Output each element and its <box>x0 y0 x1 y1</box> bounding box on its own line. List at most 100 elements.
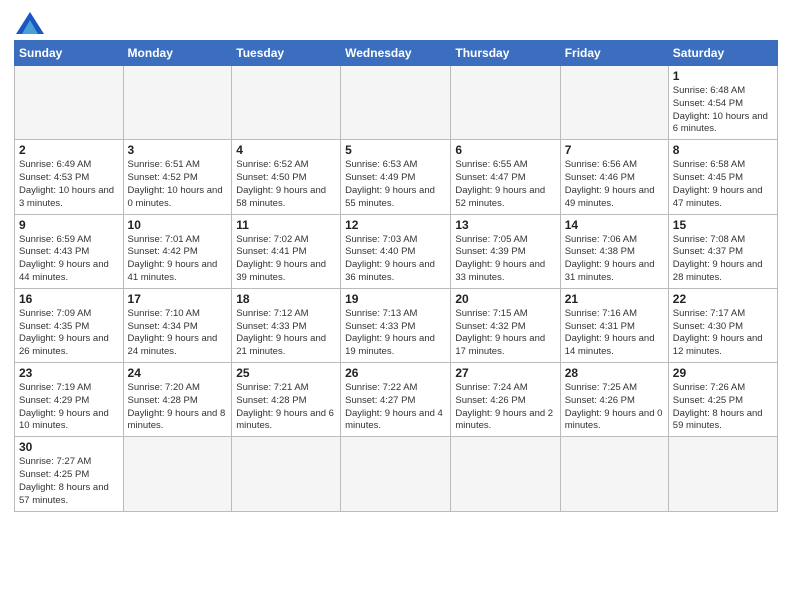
day-info: Sunrise: 7:17 AM Sunset: 4:30 PM Dayligh… <box>673 308 773 359</box>
day-cell: 30Sunrise: 7:27 AM Sunset: 4:25 PM Dayli… <box>15 437 124 511</box>
day-info: Sunrise: 7:27 AM Sunset: 4:25 PM Dayligh… <box>19 456 119 507</box>
day-number: 20 <box>455 292 555 306</box>
day-cell: 14 Sunrise: 7:06 AM Sunset: 4:38 PM Dayli… <box>560 214 668 288</box>
calendar: SundayMondayTuesdayWednesdayThursdayFrid… <box>14 40 778 512</box>
day-info: Sunrise: 6:55 AM Sunset: 4:47 PM Dayligh… <box>455 159 555 210</box>
day-number: 12 <box>345 218 446 232</box>
day-cell <box>123 66 232 140</box>
day-cell: 2Sunrise: 6:49 AM Sunset: 4:53 PM Daylig… <box>15 140 124 214</box>
day-number: 27 <box>455 366 555 380</box>
day-cell <box>451 66 560 140</box>
day-number: 13 <box>455 218 555 232</box>
day-info: Sunrise: 6:59 AM Sunset: 4:43 PM Dayligh… <box>19 234 119 285</box>
week-row-1: 1Sunrise: 6:48 AM Sunset: 4:54 PM Daylig… <box>15 66 778 140</box>
day-cell: 3Sunrise: 6:51 AM Sunset: 4:52 PM Daylig… <box>123 140 232 214</box>
day-number: 25 <box>236 366 336 380</box>
day-cell: 12 Sunrise: 7:03 AM Sunset: 4:40 PM Dayli… <box>341 214 451 288</box>
day-cell: 29Sunrise: 7:26 AM Sunset: 4:25 PM Dayli… <box>668 363 777 437</box>
day-number: 29 <box>673 366 773 380</box>
day-number: 18 <box>236 292 336 306</box>
week-row-3: 9 Sunrise: 6:59 AM Sunset: 4:43 PM Daylig… <box>15 214 778 288</box>
day-cell <box>560 66 668 140</box>
day-cell <box>668 437 777 511</box>
day-number: 24 <box>128 366 228 380</box>
day-cell <box>123 437 232 511</box>
day-cell: 26 Sunrise: 7:22 AM Sunset: 4:27 PM Dayli… <box>341 363 451 437</box>
day-info: Sunrise: 7:12 AM Sunset: 4:33 PM Dayligh… <box>236 308 336 359</box>
day-cell: 7 Sunrise: 6:56 AM Sunset: 4:46 PM Daylig… <box>560 140 668 214</box>
day-number: 11 <box>236 218 336 232</box>
day-info: Sunrise: 6:56 AM Sunset: 4:46 PM Dayligh… <box>565 159 664 210</box>
day-cell: 20 Sunrise: 7:15 AM Sunset: 4:32 PM Dayli… <box>451 288 560 362</box>
weekday-header-tuesday: Tuesday <box>232 41 341 66</box>
day-cell: 19 Sunrise: 7:13 AM Sunset: 4:33 PM Dayli… <box>341 288 451 362</box>
weekday-header-saturday: Saturday <box>668 41 777 66</box>
day-number: 17 <box>128 292 228 306</box>
day-info: Sunrise: 7:03 AM Sunset: 4:40 PM Dayligh… <box>345 234 446 285</box>
weekday-header-sunday: Sunday <box>15 41 124 66</box>
day-cell: 22 Sunrise: 7:17 AM Sunset: 4:30 PM Dayli… <box>668 288 777 362</box>
day-cell: 6 Sunrise: 6:55 AM Sunset: 4:47 PM Daylig… <box>451 140 560 214</box>
week-row-4: 16Sunrise: 7:09 AM Sunset: 4:35 PM Dayli… <box>15 288 778 362</box>
day-info: Sunrise: 6:52 AM Sunset: 4:50 PM Dayligh… <box>236 159 336 210</box>
weekday-header-row: SundayMondayTuesdayWednesdayThursdayFrid… <box>15 41 778 66</box>
day-cell: 28Sunrise: 7:25 AM Sunset: 4:26 PM Dayli… <box>560 363 668 437</box>
day-number: 8 <box>673 143 773 157</box>
header <box>14 10 778 34</box>
day-cell: 1Sunrise: 6:48 AM Sunset: 4:54 PM Daylig… <box>668 66 777 140</box>
day-info: Sunrise: 6:53 AM Sunset: 4:49 PM Dayligh… <box>345 159 446 210</box>
week-row-5: 23Sunrise: 7:19 AM Sunset: 4:29 PM Dayli… <box>15 363 778 437</box>
day-number: 6 <box>455 143 555 157</box>
weekday-header-friday: Friday <box>560 41 668 66</box>
day-number: 14 <box>565 218 664 232</box>
day-cell <box>341 66 451 140</box>
day-cell <box>560 437 668 511</box>
day-info: Sunrise: 7:02 AM Sunset: 4:41 PM Dayligh… <box>236 234 336 285</box>
day-info: Sunrise: 7:20 AM Sunset: 4:28 PM Dayligh… <box>128 382 228 433</box>
day-cell: 27Sunrise: 7:24 AM Sunset: 4:26 PM Dayli… <box>451 363 560 437</box>
day-number: 19 <box>345 292 446 306</box>
day-number: 15 <box>673 218 773 232</box>
day-info: Sunrise: 6:58 AM Sunset: 4:45 PM Dayligh… <box>673 159 773 210</box>
week-row-6: 30Sunrise: 7:27 AM Sunset: 4:25 PM Dayli… <box>15 437 778 511</box>
day-cell <box>15 66 124 140</box>
day-cell: 25Sunrise: 7:21 AM Sunset: 4:28 PM Dayli… <box>232 363 341 437</box>
page: SundayMondayTuesdayWednesdayThursdayFrid… <box>0 0 792 612</box>
day-cell <box>232 437 341 511</box>
day-info: Sunrise: 7:15 AM Sunset: 4:32 PM Dayligh… <box>455 308 555 359</box>
day-info: Sunrise: 7:05 AM Sunset: 4:39 PM Dayligh… <box>455 234 555 285</box>
week-row-2: 2Sunrise: 6:49 AM Sunset: 4:53 PM Daylig… <box>15 140 778 214</box>
day-cell: 11 Sunrise: 7:02 AM Sunset: 4:41 PM Dayli… <box>232 214 341 288</box>
day-info: Sunrise: 6:48 AM Sunset: 4:54 PM Dayligh… <box>673 85 773 136</box>
day-number: 28 <box>565 366 664 380</box>
day-cell <box>451 437 560 511</box>
day-number: 10 <box>128 218 228 232</box>
day-number: 3 <box>128 143 228 157</box>
day-number: 7 <box>565 143 664 157</box>
day-number: 22 <box>673 292 773 306</box>
day-info: Sunrise: 7:08 AM Sunset: 4:37 PM Dayligh… <box>673 234 773 285</box>
day-number: 23 <box>19 366 119 380</box>
logo <box>14 14 44 34</box>
day-cell <box>341 437 451 511</box>
weekday-header-wednesday: Wednesday <box>341 41 451 66</box>
day-info: Sunrise: 6:49 AM Sunset: 4:53 PM Dayligh… <box>19 159 119 210</box>
day-cell: 23Sunrise: 7:19 AM Sunset: 4:29 PM Dayli… <box>15 363 124 437</box>
day-number: 16 <box>19 292 119 306</box>
day-number: 21 <box>565 292 664 306</box>
day-number: 9 <box>19 218 119 232</box>
day-cell: 4 Sunrise: 6:52 AM Sunset: 4:50 PM Daylig… <box>232 140 341 214</box>
weekday-header-thursday: Thursday <box>451 41 560 66</box>
day-info: Sunrise: 7:13 AM Sunset: 4:33 PM Dayligh… <box>345 308 446 359</box>
day-cell: 5Sunrise: 6:53 AM Sunset: 4:49 PM Daylig… <box>341 140 451 214</box>
day-info: Sunrise: 7:10 AM Sunset: 4:34 PM Dayligh… <box>128 308 228 359</box>
day-info: Sunrise: 7:01 AM Sunset: 4:42 PM Dayligh… <box>128 234 228 285</box>
day-cell <box>232 66 341 140</box>
day-cell: 13 Sunrise: 7:05 AM Sunset: 4:39 PM Dayli… <box>451 214 560 288</box>
weekday-header-monday: Monday <box>123 41 232 66</box>
day-cell: 10 Sunrise: 7:01 AM Sunset: 4:42 PM Dayli… <box>123 214 232 288</box>
day-info: Sunrise: 7:22 AM Sunset: 4:27 PM Dayligh… <box>345 382 446 433</box>
day-info: Sunrise: 7:06 AM Sunset: 4:38 PM Dayligh… <box>565 234 664 285</box>
day-number: 26 <box>345 366 446 380</box>
day-number: 4 <box>236 143 336 157</box>
